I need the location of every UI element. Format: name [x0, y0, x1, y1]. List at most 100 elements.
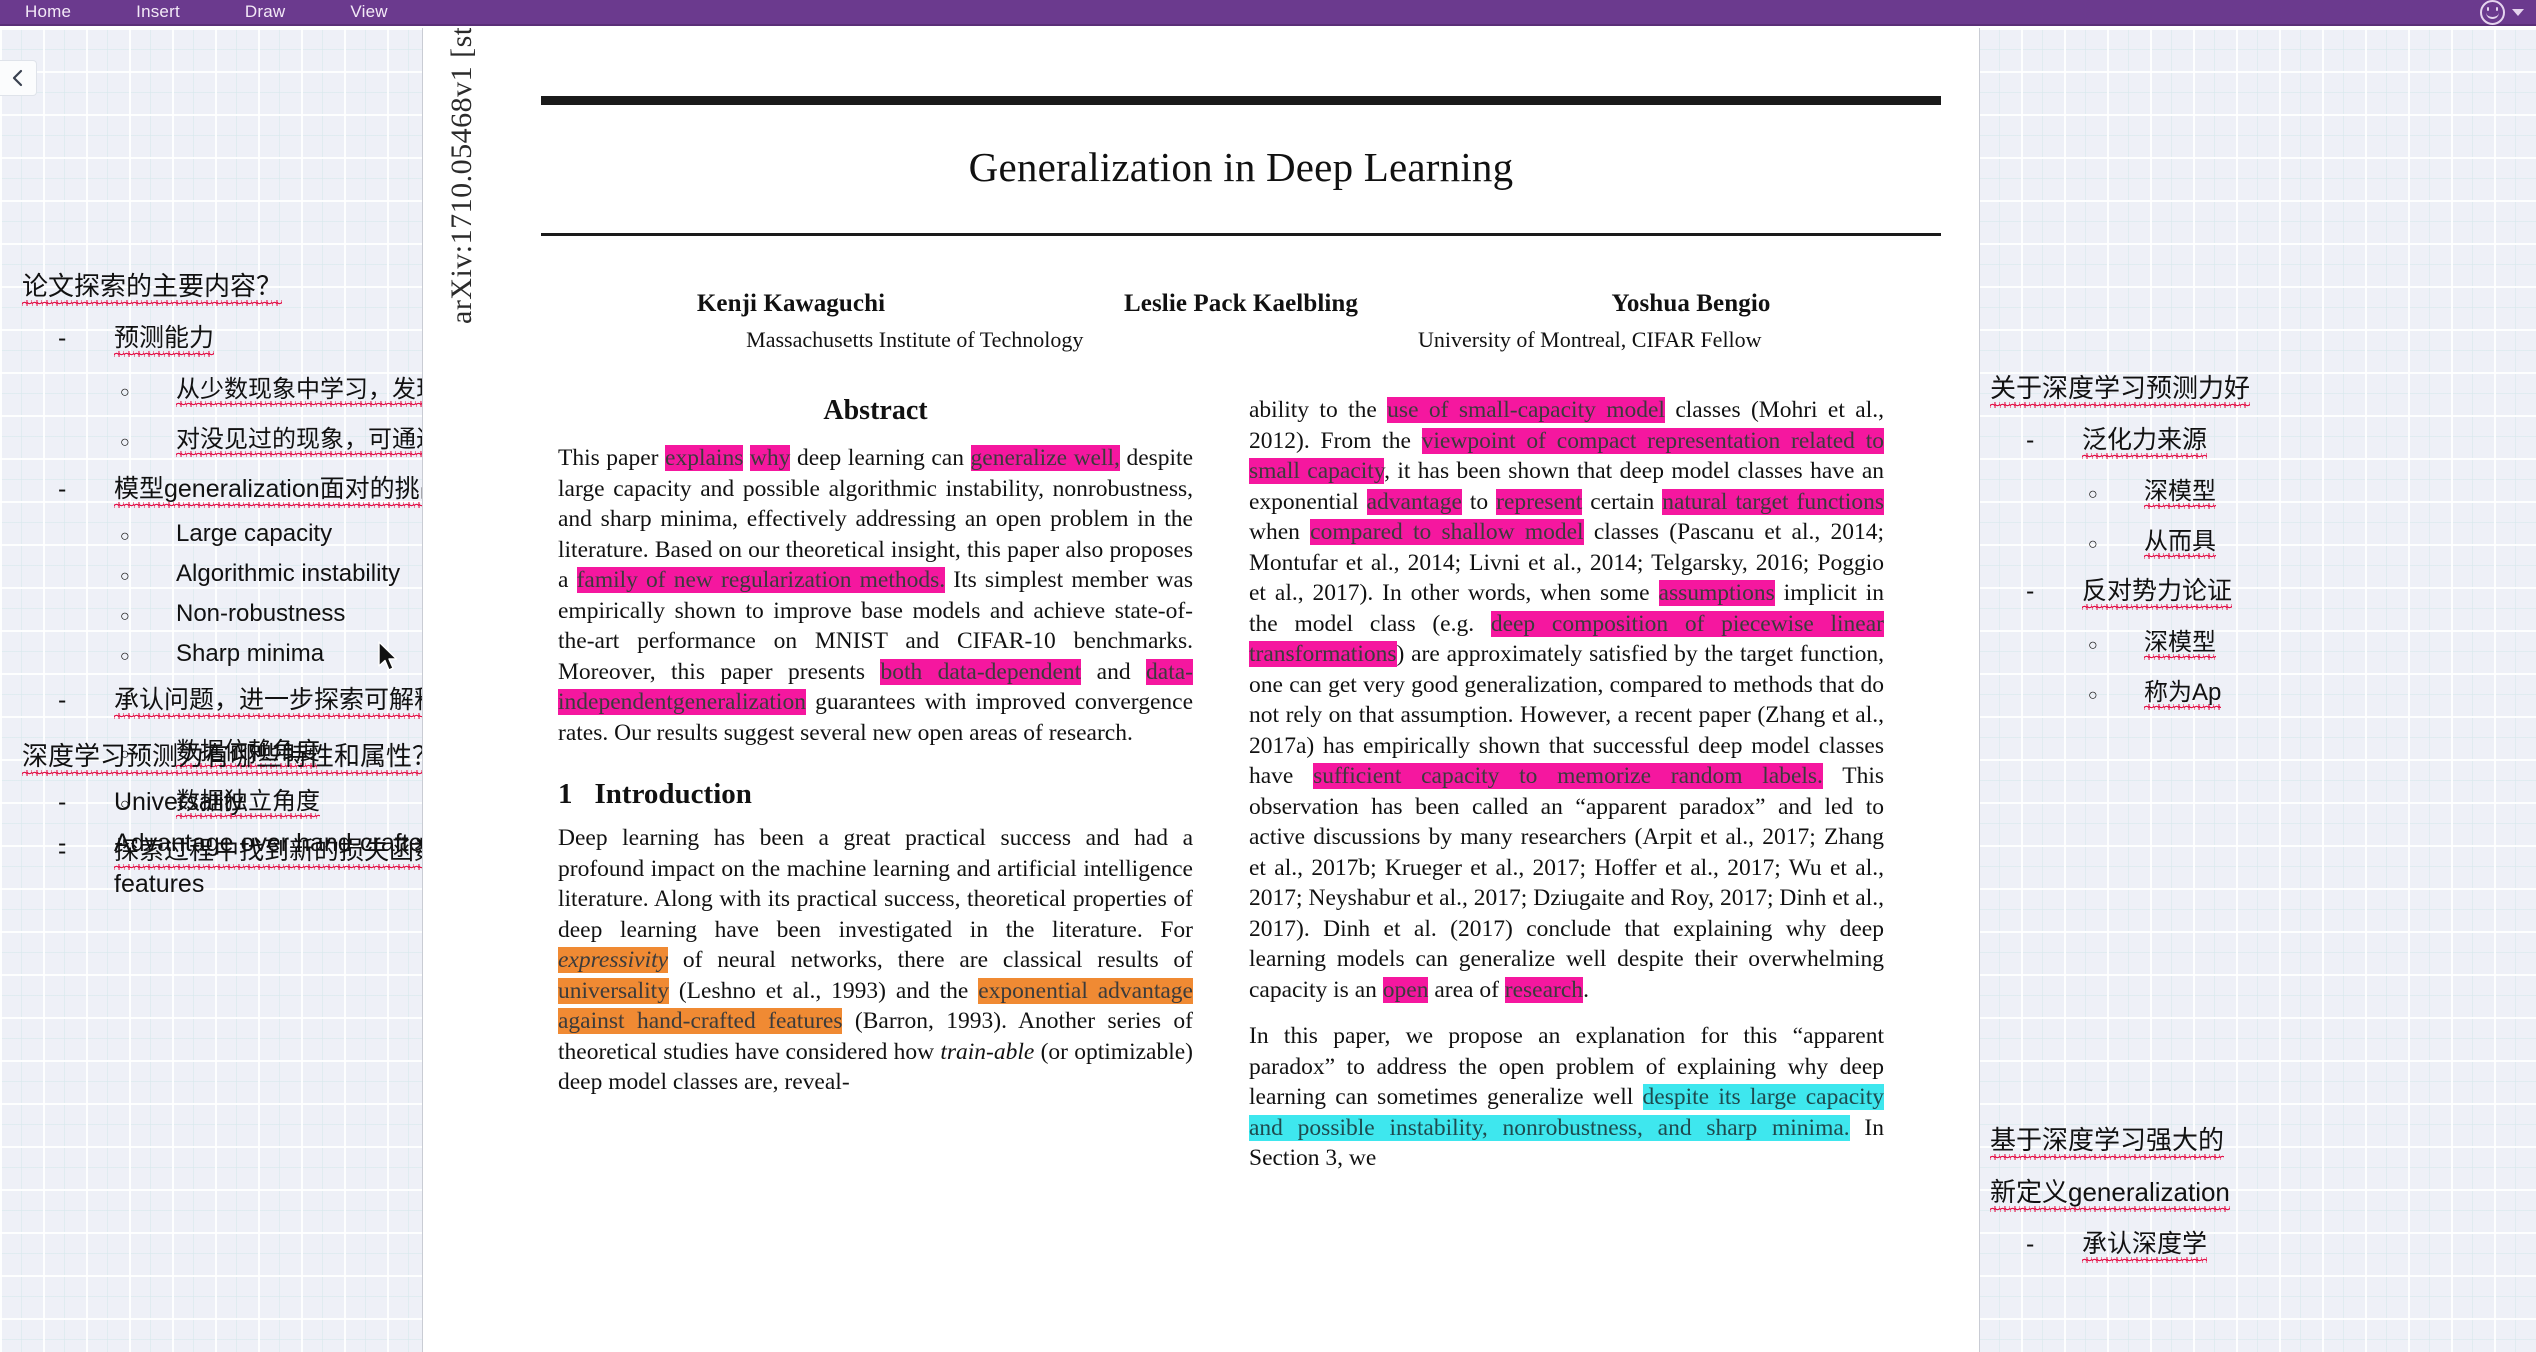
bullet-circle-icon: [120, 560, 176, 588]
note-heading: 基于深度学习强大的: [1990, 1120, 2230, 1160]
note-item-label: Large capacity: [176, 520, 333, 547]
body-frag: certain: [1582, 488, 1663, 515]
ribbon-tab-draw[interactable]: Draw: [235, 0, 295, 25]
note-item-label: 从而具: [2144, 521, 2216, 559]
author-affiliation: University of Montreal, CIFAR Fellow: [1417, 327, 1762, 352]
chevron-left-icon: [12, 69, 23, 87]
note-item: 深模型: [1990, 471, 2250, 509]
abstract-paragraph: This paper explains why deep learning ca…: [558, 443, 1193, 748]
highlight-magenta: both data-dependent: [880, 658, 1082, 685]
note-item-label: features: [114, 870, 205, 898]
note-item: 从而具: [1990, 521, 2250, 559]
highlight-magenta: research: [1504, 976, 1584, 1003]
right-paragraph-2: In this paper, we propose an explanation…: [1249, 1021, 1884, 1174]
intro-frag: (Leshno et al., 1993) and the: [668, 977, 979, 1004]
section-number: 1: [558, 778, 573, 810]
note-item-label: 模型generalization面对的挑战: [114, 469, 445, 508]
collapse-panel-button[interactable]: [0, 60, 37, 96]
note-block-left-secondary[interactable]: 深度学习预测力有哪些特性和属性？ Universality Advantage …: [22, 736, 439, 911]
bullet-circle-icon: [2088, 478, 2144, 506]
body-frag: This observation has been called an “app…: [1249, 763, 1884, 1003]
note-item: features: [22, 870, 438, 899]
note-item-label: Sharp minima: [176, 640, 325, 667]
body-frag: area of: [1428, 976, 1505, 1003]
highlight-magenta: generalization: [672, 689, 806, 715]
smiley-face-icon[interactable]: [2480, 0, 2505, 25]
ribbon-tab-home[interactable]: Home: [15, 0, 81, 25]
note-item-label: 反对势力论证: [2082, 571, 2233, 610]
highlight-magenta: compared to shallow model: [1310, 519, 1584, 545]
note-item: 承认深度学: [1990, 1224, 2230, 1263]
note-item-label: 预测能力: [114, 318, 215, 357]
note-item: Advantage over hand-crafted: [22, 829, 438, 858]
bullet-dash-icon: [58, 686, 114, 715]
note-item-label: Universality: [114, 788, 244, 816]
body-frag: .: [1583, 976, 1589, 1003]
bullet-circle-icon: [120, 640, 176, 668]
abstract-heading: Abstract: [823, 395, 928, 426]
author-list: Kenji Kawaguchi Leslie Pack Kaelbling Yo…: [541, 236, 1941, 318]
author-entry: Leslie Pack Kaelbling: [1016, 290, 1466, 318]
column-right: ability to the use of small-capacity mod…: [1249, 395, 1884, 1180]
highlight-orange: expressivity: [558, 947, 669, 973]
note-heading-text: 关于深度学习预测力好: [1990, 368, 2251, 408]
bullet-dash-icon: [2026, 577, 2082, 606]
note-item-label: Advantage over hand-crafted: [114, 829, 437, 857]
ribbon-tab-view[interactable]: View: [340, 0, 397, 25]
note-heading: 深度学习预测力有哪些特性和属性？: [22, 736, 439, 776]
bullet-dash-icon: [58, 324, 114, 353]
ribbon-tab-insert[interactable]: Insert: [126, 0, 190, 25]
column-left: Abstract This paper explains why deep le…: [558, 395, 1193, 1180]
bullet-dash-icon: [58, 788, 114, 817]
bullet-circle-icon: [2088, 528, 2144, 556]
highlight-magenta: assumptions: [1658, 580, 1775, 606]
abstract-frag: [743, 445, 750, 471]
author-name: Yoshua Bengio: [1611, 290, 1771, 317]
bullet-circle-icon: [120, 376, 176, 404]
paper-body: Generalization in Deep Learning Kenji Ka…: [541, 28, 1941, 1352]
chevron-down-icon[interactable]: [2512, 8, 2524, 16]
section-title: Introduction: [594, 778, 752, 810]
intro-frag: of neural networks, there are classical …: [668, 947, 1193, 973]
note-item-label: 深模型: [2144, 622, 2216, 660]
highlight-magenta: sufficient capacity to memorize random l…: [1313, 763, 1823, 789]
author-name: Leslie Pack Kaelbling: [1123, 290, 1359, 317]
bullet-circle-icon: [2088, 629, 2144, 657]
note-block-right-secondary[interactable]: 基于深度学习强大的 新定义generalization 承认深度学: [1990, 1120, 2230, 1275]
note-item-label: 新定义generalization: [1990, 1172, 2230, 1212]
highlight-orange: universality: [558, 977, 669, 1004]
note-item: 称为Ap: [1990, 672, 2250, 710]
ribbon-right-group: [2480, 0, 2536, 25]
author-affiliation: Massachusetts Institute of Technology: [746, 327, 1084, 352]
bullet-circle-icon: [120, 600, 176, 628]
highlight-magenta: use of small-capacity model: [1387, 397, 1665, 423]
note-heading-text: 基于深度学习强大的: [1990, 1120, 2225, 1160]
note-block-right-primary[interactable]: 关于深度学习预测力好 泛化力来源 深模型 从而具 反对势力论证 深模型 称为Ap: [1990, 368, 2251, 722]
author-entry: Kenji Kawaguchi: [566, 290, 1016, 318]
highlight-magenta: open: [1382, 976, 1429, 1003]
intro-frag: Deep learning has been a great practical…: [558, 825, 1193, 943]
highlight-magenta: advantage: [1366, 488, 1462, 515]
document-page[interactable]: arXiv:1710.05468v1 [stat.ML] 16 Oct 2017…: [423, 28, 1979, 1352]
section-heading-introduction: 1 Introduction: [558, 778, 1193, 811]
note-heading-text: 深度学习预测力有哪些特性和属性？: [22, 736, 439, 776]
app-ribbon: Home Insert Draw View: [0, 0, 2536, 26]
page-title: Generalization in Deep Learning: [968, 144, 1514, 190]
note-item: 泛化力来源: [1990, 420, 2250, 459]
bullet-circle-icon: [120, 426, 176, 454]
highlight-magenta: explains: [665, 445, 744, 471]
abstract-frag: This paper: [558, 445, 666, 471]
note-item-label: 泛化力来源: [2082, 420, 2208, 459]
affiliation-entry: Massachusetts Institute of Technology: [566, 322, 1264, 353]
body-frag: ability to the: [1249, 397, 1388, 423]
note-heading: 关于深度学习预测力好: [1990, 368, 2251, 408]
notebook-canvas[interactable]: 论文探索的主要内容？ 预测能力 从少数现象中学习，发现事物本质规律 对没见过的现…: [0, 28, 2536, 1352]
body-frag: to: [1461, 488, 1497, 515]
highlight-magenta: represent: [1496, 488, 1583, 515]
bullet-circle-icon: [2088, 679, 2144, 707]
bullet-circle-icon: [120, 520, 176, 548]
note-item-label: Algorithmic instability: [176, 560, 401, 587]
abstract-frag: deep learning can: [790, 445, 971, 471]
note-item-label: 称为Ap: [2144, 672, 2222, 710]
note-heading-text: 论文探索的主要内容？: [22, 266, 283, 306]
